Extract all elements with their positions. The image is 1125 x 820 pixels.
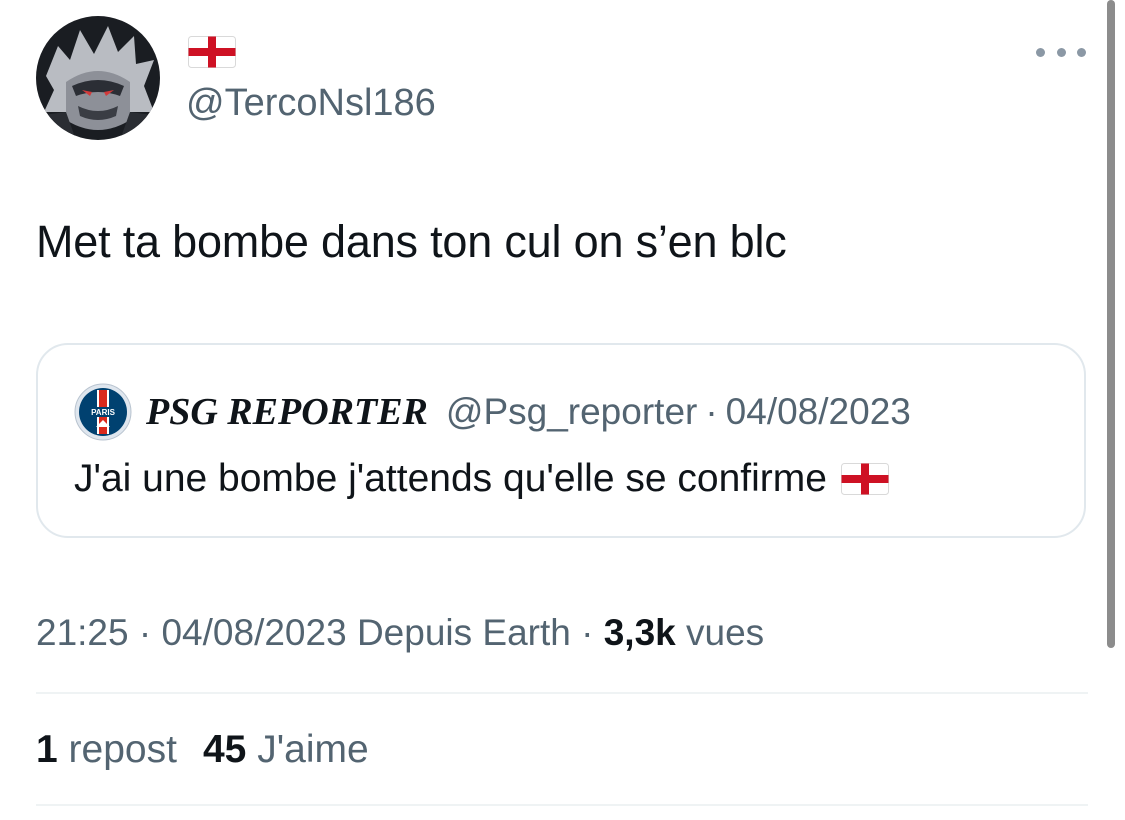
more-options-button[interactable]: [1036, 40, 1086, 64]
scrollbar[interactable]: [1107, 0, 1115, 648]
tweet-metadata: 21:25 · 04/08/2023 Depuis Earth · 3,3k v…: [36, 612, 764, 654]
likes-stat[interactable]: 45 J'aime: [203, 728, 369, 772]
psg-logo-text: PARIS: [91, 408, 116, 417]
reposts-label: repost: [68, 728, 177, 771]
more-horizontal-icon: [1036, 47, 1045, 57]
tweet-text: Met ta bombe dans ton cul on s’en blc: [36, 216, 787, 267]
views-count: 3,3k: [603, 612, 676, 653]
quoted-author-handle[interactable]: @Psg_reporter: [446, 391, 697, 433]
quoted-tweet-date[interactable]: 04/08/2023: [726, 391, 911, 433]
quoted-tweet-header: PARIS PSG REPORTER @Psg_reporter · 04/08…: [74, 383, 911, 441]
quoted-tweet-card[interactable]: PARIS PSG REPORTER @Psg_reporter · 04/08…: [36, 343, 1086, 538]
divider: [36, 692, 1088, 694]
meta-separator: ·: [138, 612, 152, 653]
masked-character-avatar: [36, 16, 160, 140]
tweet-date[interactable]: 04/08/2023: [161, 612, 346, 653]
quoted-tweet-body: J'ai une bombe j'attends qu'elle se conf…: [74, 457, 889, 501]
quoted-author-name[interactable]: PSG REPORTER: [146, 390, 428, 434]
tweet-source: Depuis Earth: [356, 612, 571, 653]
quoted-author-avatar[interactable]: PARIS: [74, 383, 132, 441]
reposts-stat[interactable]: 1 repost: [36, 728, 177, 772]
likes-count: 45: [202, 728, 247, 771]
quoted-tweet-text: J'ai une bombe j'attends qu'elle se conf…: [74, 457, 827, 500]
likes-label: J'aime: [257, 728, 369, 771]
reposts-count: 1: [36, 728, 58, 771]
engagement-stats: 1 repost 45 J'aime: [36, 728, 395, 772]
author-display-name[interactable]: [188, 36, 236, 68]
views-label: vues: [686, 612, 765, 653]
psg-logo-icon: PARIS: [74, 383, 132, 441]
england-flag-icon: [188, 36, 236, 68]
tweet-time[interactable]: 21:25: [36, 612, 129, 653]
england-flag-icon: [840, 463, 889, 495]
author-avatar[interactable]: [36, 16, 160, 140]
divider: [36, 804, 1088, 806]
more-horizontal-icon-dot: [1056, 47, 1066, 57]
meta-separator: ·: [581, 612, 594, 653]
author-handle[interactable]: @TercoNsl186: [186, 82, 436, 125]
more-horizontal-icon-dot: [1077, 47, 1086, 57]
quoted-separator: ·: [705, 391, 718, 432]
